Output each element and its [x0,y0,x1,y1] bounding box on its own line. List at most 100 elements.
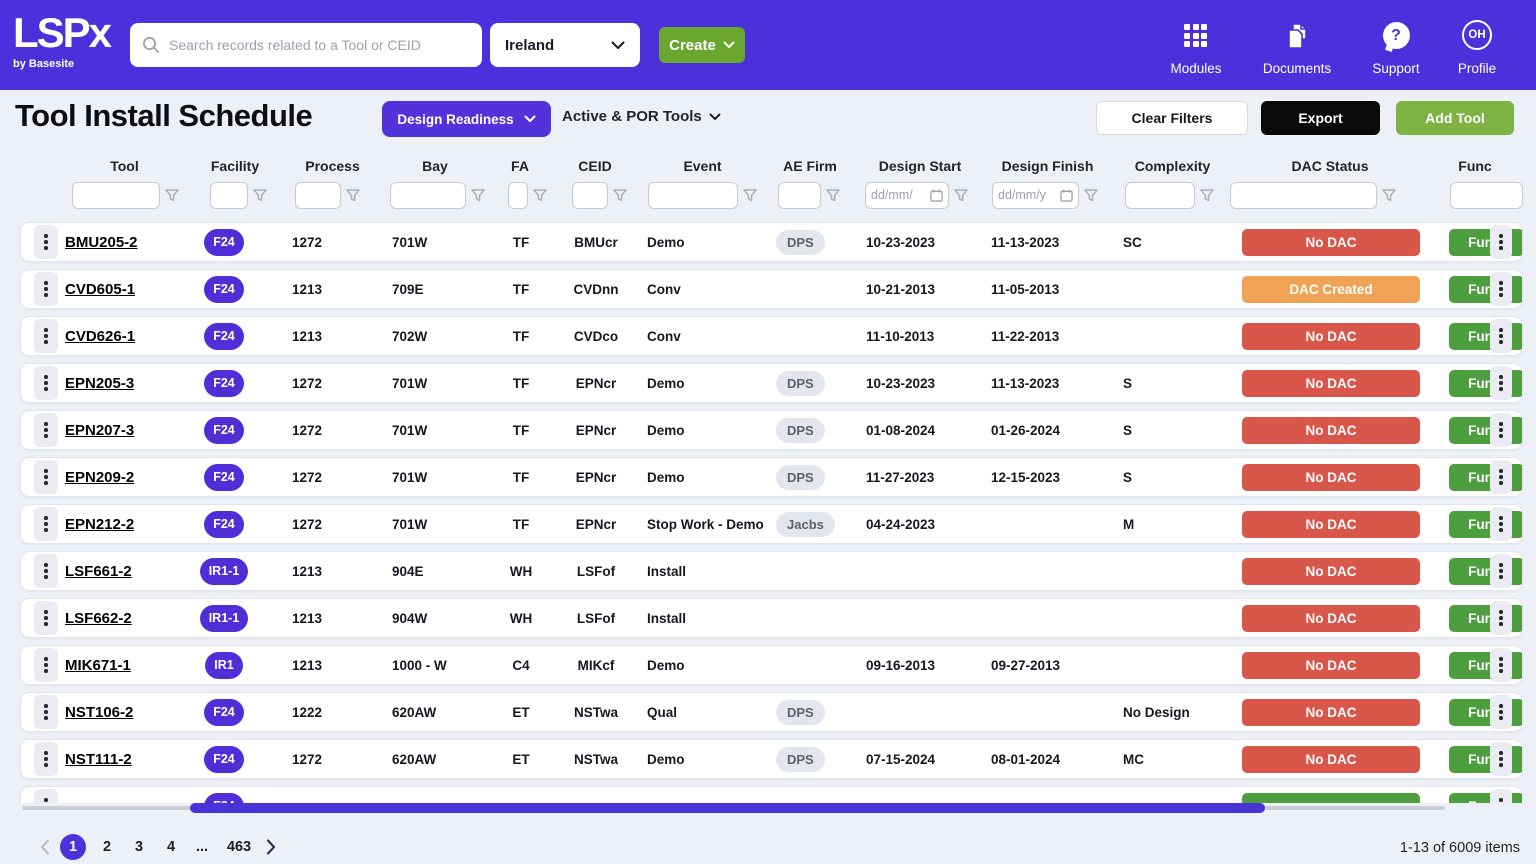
page-button-1[interactable]: 1 [60,834,86,860]
kebab-icon [44,381,48,385]
row-menu-right-button[interactable] [1490,554,1512,588]
tool-link[interactable]: EPN205-3 [65,375,134,392]
tool-link[interactable]: LSF662-2 [65,610,132,627]
row-menu-button[interactable] [34,695,58,729]
dac-status-badge: No DAC [1242,417,1420,444]
row-menu-right-button[interactable] [1490,695,1512,729]
filter-menu-design-start[interactable] [954,189,968,202]
tool-link[interactable]: MIK671-1 [65,657,131,674]
add-tool-button[interactable]: Add Tool [1396,101,1514,135]
design-readiness-dropdown[interactable]: Design Readiness [382,101,551,137]
bay-cell: 620AW [381,752,491,767]
row-menu-button[interactable] [34,742,58,776]
row-menu-right-button[interactable] [1490,507,1512,541]
tool-link[interactable]: CVD626-1 [65,328,135,345]
row-menu-right-button[interactable] [1490,366,1512,400]
page-button-4[interactable]: 4 [160,839,182,855]
row-menu-right-button[interactable] [1490,319,1512,353]
nav-documents[interactable]: Documents [1255,20,1339,76]
ae-firm-badge: DPS [776,230,825,255]
row-menu-right-button[interactable] [1490,742,1512,776]
tool-scope-dropdown[interactable]: Active & POR Tools [562,108,721,125]
tool-link[interactable]: EPN207-3 [65,422,134,439]
items-count-label: 1-13 of 6009 items [1400,840,1520,856]
filter-input-event[interactable] [654,188,732,203]
tool-link[interactable]: NST106-2 [65,704,133,721]
filter-menu-dac-status[interactable] [1382,189,1396,202]
filter-input-tool[interactable] [78,188,154,203]
filter-menu-process[interactable] [346,189,360,202]
export-button[interactable]: Export [1261,101,1380,135]
row-menu-button[interactable] [34,319,58,353]
table-row: EPN209-2 F24 1272 701W TF EPNcr Demo DPS… [20,457,1523,497]
filter-input-facility[interactable] [216,188,242,203]
tool-link[interactable]: LSF661-2 [65,563,132,580]
horizontal-scrollbar-thumb[interactable] [190,803,1265,813]
region-dropdown[interactable]: Ireland [490,23,640,67]
row-menu-button[interactable] [34,366,58,400]
row-menu-button[interactable] [34,601,58,635]
complexity-cell: S [1111,470,1236,485]
tool-link[interactable]: EPN212-2 [65,516,134,533]
page-button-3[interactable]: 3 [128,839,150,855]
filter-menu-ceid[interactable] [613,189,627,202]
nav-modules[interactable]: Modules [1154,20,1238,76]
filter-menu-fa[interactable] [533,189,547,202]
page-button-2[interactable]: 2 [96,839,118,855]
design-finish-cell: 11-13-2023 [986,376,1111,391]
filter-input-dac-status[interactable] [1236,188,1371,203]
filter-menu-bay[interactable] [471,189,485,202]
filter-input-funding[interactable] [1456,188,1517,203]
prev-page-button[interactable] [40,839,50,855]
filter-menu-complexity[interactable] [1200,189,1214,202]
row-menu-right-button[interactable] [1490,272,1512,306]
column-header-design-finish: Design Finish [985,158,1110,174]
tool-link[interactable]: EPN209-2 [65,469,134,486]
row-menu-right-button[interactable] [1490,789,1512,803]
kebab-icon [1499,616,1503,620]
create-button[interactable]: Create [659,27,745,63]
row-menu-right-button[interactable] [1490,225,1512,259]
row-menu-right-button[interactable] [1490,413,1512,447]
tool-link[interactable]: BMU205-2 [65,234,138,251]
process-cell: 1222 [286,705,381,720]
filter-input-complexity[interactable] [1131,188,1189,203]
row-menu-button[interactable] [34,507,58,541]
filter-input-fa[interactable] [514,188,522,203]
filter-input-ceid[interactable] [578,188,602,203]
nav-support[interactable]: ? Support [1354,20,1438,76]
clear-filters-button[interactable]: Clear Filters [1096,101,1248,135]
filter-input-process[interactable] [301,188,335,203]
dac-status-badge: No DAC [1242,746,1420,773]
row-menu-right-button[interactable] [1490,601,1512,635]
calendar-icon [930,189,943,202]
filter-date-design-finish[interactable]: dd/mm/y [992,182,1079,209]
filter-menu-tool[interactable] [165,189,179,202]
dac-status-badge: No DAC [1242,605,1420,632]
app-logo[interactable]: LSPx by Basesite [13,9,110,70]
filter-input-bay[interactable] [396,188,460,203]
search-input[interactable] [169,37,470,53]
filter-menu-facility[interactable] [253,189,267,202]
filter-input-ae-firm[interactable] [784,188,815,203]
row-menu-button[interactable] [34,460,58,494]
row-menu-button[interactable] [34,413,58,447]
tool-link[interactable]: CVD605-1 [65,281,135,298]
filter-menu-ae-firm[interactable] [826,189,840,202]
row-menu-button[interactable] [34,648,58,682]
row-menu-button[interactable] [34,554,58,588]
row-menu-right-button[interactable] [1490,648,1512,682]
facility-badge: IR1 [205,652,243,679]
row-menu-button[interactable] [34,272,58,306]
row-menu-right-button[interactable] [1490,460,1512,494]
filter-menu-event[interactable] [743,189,757,202]
next-page-button[interactable] [266,839,276,855]
design-finish-cell: 09-27-2013 [986,658,1111,673]
page-button-463[interactable]: 463 [222,839,256,855]
nav-profile[interactable]: OH Profile [1435,20,1519,76]
row-menu-button[interactable] [34,789,58,803]
row-menu-button[interactable] [34,225,58,259]
tool-link[interactable]: NST111-2 [65,751,132,768]
filter-date-design-start[interactable]: dd/mm/ [865,182,949,209]
filter-menu-design-finish[interactable] [1084,189,1098,202]
